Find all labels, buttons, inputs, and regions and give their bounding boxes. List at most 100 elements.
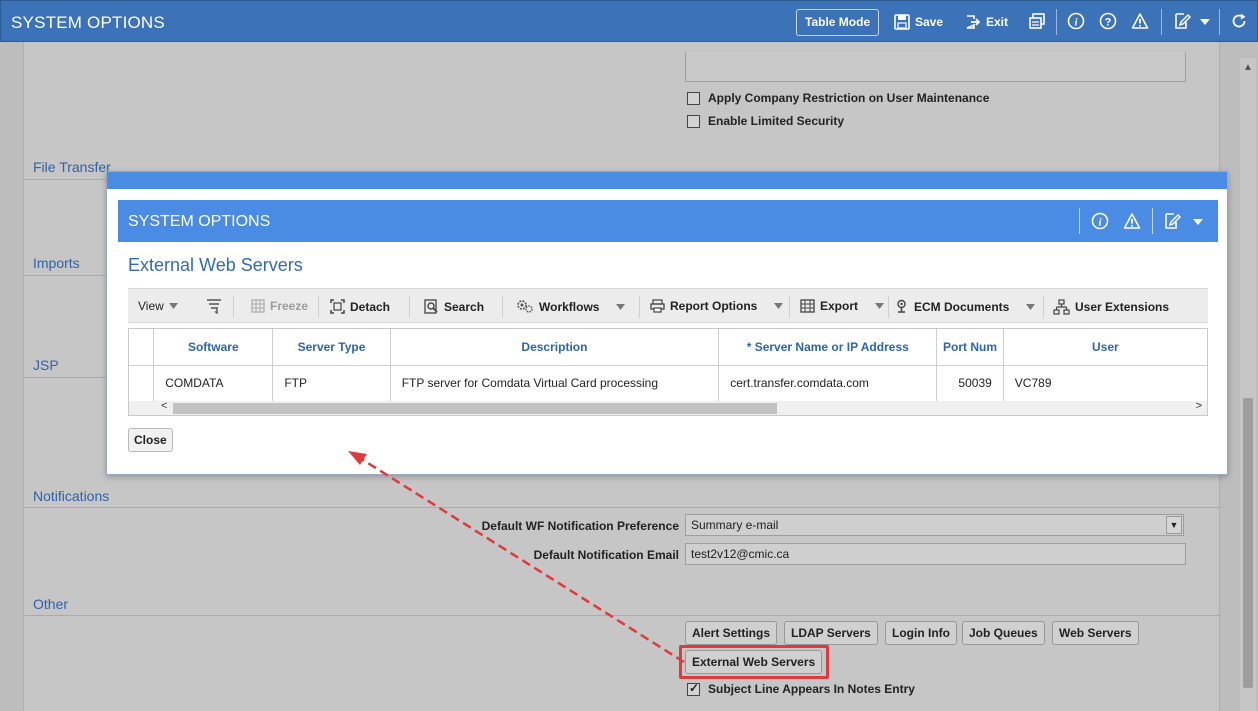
checkbox-label: Subject Line Appears In Notes Entry xyxy=(708,682,915,696)
ldap-servers-button[interactable]: LDAP Servers xyxy=(784,621,878,645)
save-button[interactable]: Save xyxy=(894,14,943,30)
checkbox-label: Enable Limited Security xyxy=(708,114,845,128)
subject-line-checkbox[interactable]: Subject Line Appears In Notes Entry xyxy=(687,681,915,696)
app-header: SYSTEM OPTIONS Table Mode Save Exit i ? xyxy=(0,0,1258,42)
vertical-scrollbar[interactable]: ▲ xyxy=(1240,58,1256,711)
column-header-server-type[interactable]: Server Type xyxy=(272,329,391,366)
dialog-header: SYSTEM OPTIONS i xyxy=(118,200,1218,242)
external-servers-table: Software Server Type Description * Serve… xyxy=(128,328,1208,416)
cell-software[interactable]: COMDATA xyxy=(153,365,274,401)
freeze-label: Freeze xyxy=(270,299,309,313)
workflows-label: Workflows xyxy=(539,299,600,314)
hierarchy-icon xyxy=(1053,299,1070,315)
dialog-title: SYSTEM OPTIONS xyxy=(128,213,271,230)
chevron-down-icon xyxy=(168,303,178,309)
workflows-menu[interactable]: Workflows xyxy=(516,299,626,314)
chevron-down-icon[interactable] xyxy=(1199,12,1211,30)
close-button[interactable]: Close xyxy=(128,428,173,452)
edit-icon[interactable] xyxy=(1163,212,1181,230)
checkbox-box[interactable] xyxy=(687,114,700,128)
save-label: Save xyxy=(915,15,944,29)
notes-textarea[interactable] xyxy=(685,52,1186,82)
toolbar-divider xyxy=(888,296,889,318)
freeze-button[interactable]: Freeze xyxy=(251,299,308,313)
detach-button[interactable]: Detach xyxy=(330,299,390,314)
toolbar-divider xyxy=(1219,9,1220,35)
print-icon xyxy=(650,299,665,313)
notification-email-value: test2v12@cmic.ca xyxy=(691,547,790,561)
section-file-transfer: File Transfer xyxy=(33,159,111,175)
toolbar-divider xyxy=(1161,9,1162,35)
chevron-down-icon[interactable] xyxy=(1192,212,1204,230)
refresh-icon[interactable] xyxy=(1230,12,1248,30)
alert-settings-button[interactable]: Alert Settings xyxy=(685,621,778,645)
section-other: Other xyxy=(33,596,69,612)
chevron-down-icon xyxy=(875,303,885,309)
company-restriction-checkbox[interactable]: Apply Company Restriction on User Mainte… xyxy=(687,91,989,105)
search-button[interactable]: Search xyxy=(424,299,484,314)
scrollbar-thumb[interactable] xyxy=(1243,398,1253,688)
row-selector[interactable] xyxy=(129,365,155,401)
cell-port-num[interactable]: 50039 xyxy=(936,365,1004,401)
warning-icon[interactable] xyxy=(1123,212,1141,230)
view-label: View xyxy=(138,299,164,313)
search-icon xyxy=(424,299,438,314)
exit-button[interactable]: Exit xyxy=(965,14,1008,30)
cell-description[interactable]: FTP server for Comdata Virtual Card proc… xyxy=(390,365,720,401)
dialog-title-strip[interactable] xyxy=(107,172,1227,189)
wf-notification-label: Default WF Notification Preference xyxy=(481,519,679,533)
wf-notification-select[interactable]: Summary e-mail ▼ xyxy=(685,514,1184,536)
horizontal-scrollbar[interactable]: < > xyxy=(129,400,1207,415)
checkbox-box[interactable] xyxy=(687,91,700,105)
job-queues-button[interactable]: Job Queues xyxy=(962,621,1045,645)
section-imports: Imports xyxy=(33,255,80,271)
section-notifications: Notifications xyxy=(33,488,110,504)
user-extensions-label: User Extensions xyxy=(1075,300,1170,314)
export-label: Export xyxy=(820,299,859,313)
row-selector-header xyxy=(129,329,155,366)
scroll-right-icon[interactable]: > xyxy=(1196,400,1202,412)
table-row[interactable]: COMDATA FTP FTP server for Comdata Virtu… xyxy=(129,365,1207,401)
export-menu[interactable]: Export xyxy=(800,299,885,313)
section-divider xyxy=(23,615,1220,616)
info-icon[interactable]: i xyxy=(1091,212,1109,230)
edit-icon[interactable] xyxy=(1173,12,1191,30)
cell-user[interactable]: VC789 xyxy=(1003,365,1207,401)
info-icon[interactable]: i xyxy=(1067,12,1085,30)
column-header-software[interactable]: Software xyxy=(153,329,274,366)
toolbar-divider xyxy=(409,296,410,318)
user-extensions-button[interactable]: User Extensions xyxy=(1053,299,1169,315)
app-title: SYSTEM OPTIONS xyxy=(11,13,165,32)
table-mode-button[interactable]: Table Mode xyxy=(796,9,880,36)
column-header-user[interactable]: User xyxy=(1003,329,1207,366)
column-header-port-num[interactable]: Port Num xyxy=(936,329,1004,366)
chevron-down-icon[interactable]: ▼ xyxy=(1166,516,1182,534)
help-icon[interactable]: ? xyxy=(1099,12,1117,30)
cell-server-name[interactable]: cert.transfer.comdata.com xyxy=(718,365,938,401)
notification-email-field[interactable]: test2v12@cmic.ca xyxy=(685,543,1186,565)
column-header-description[interactable]: Description xyxy=(390,329,720,366)
export-icon xyxy=(800,299,815,313)
external-web-servers-dialog: SYSTEM OPTIONS i External Web Servers Vi… xyxy=(106,171,1228,475)
toolbar-divider xyxy=(233,296,234,318)
cell-server-type[interactable]: FTP xyxy=(272,365,391,401)
checkbox-box[interactable] xyxy=(687,681,700,696)
web-servers-button[interactable]: Web Servers xyxy=(1052,621,1139,645)
svg-text:i: i xyxy=(1098,217,1102,229)
header-divider xyxy=(1079,208,1080,234)
report-options-menu[interactable]: Report Options xyxy=(650,299,784,313)
column-header-server-name[interactable]: * Server Name or IP Address xyxy=(718,329,938,366)
filter-icon[interactable] xyxy=(206,298,222,314)
warning-icon[interactable] xyxy=(1131,12,1149,30)
view-menu[interactable]: View xyxy=(138,299,178,313)
ecm-documents-menu[interactable]: ECM Documents xyxy=(894,299,1036,314)
gears-icon xyxy=(517,300,533,313)
limited-security-checkbox[interactable]: Enable Limited Security xyxy=(687,114,844,128)
scroll-left-icon[interactable]: < xyxy=(161,400,167,412)
copy-icon[interactable] xyxy=(1028,12,1046,30)
scrollbar-thumb[interactable] xyxy=(173,403,777,414)
scroll-up-icon[interactable]: ▲ xyxy=(1243,62,1253,73)
svg-text:i: i xyxy=(1074,17,1078,29)
login-info-button[interactable]: Login Info xyxy=(885,621,957,645)
detach-label: Detach xyxy=(350,299,391,314)
